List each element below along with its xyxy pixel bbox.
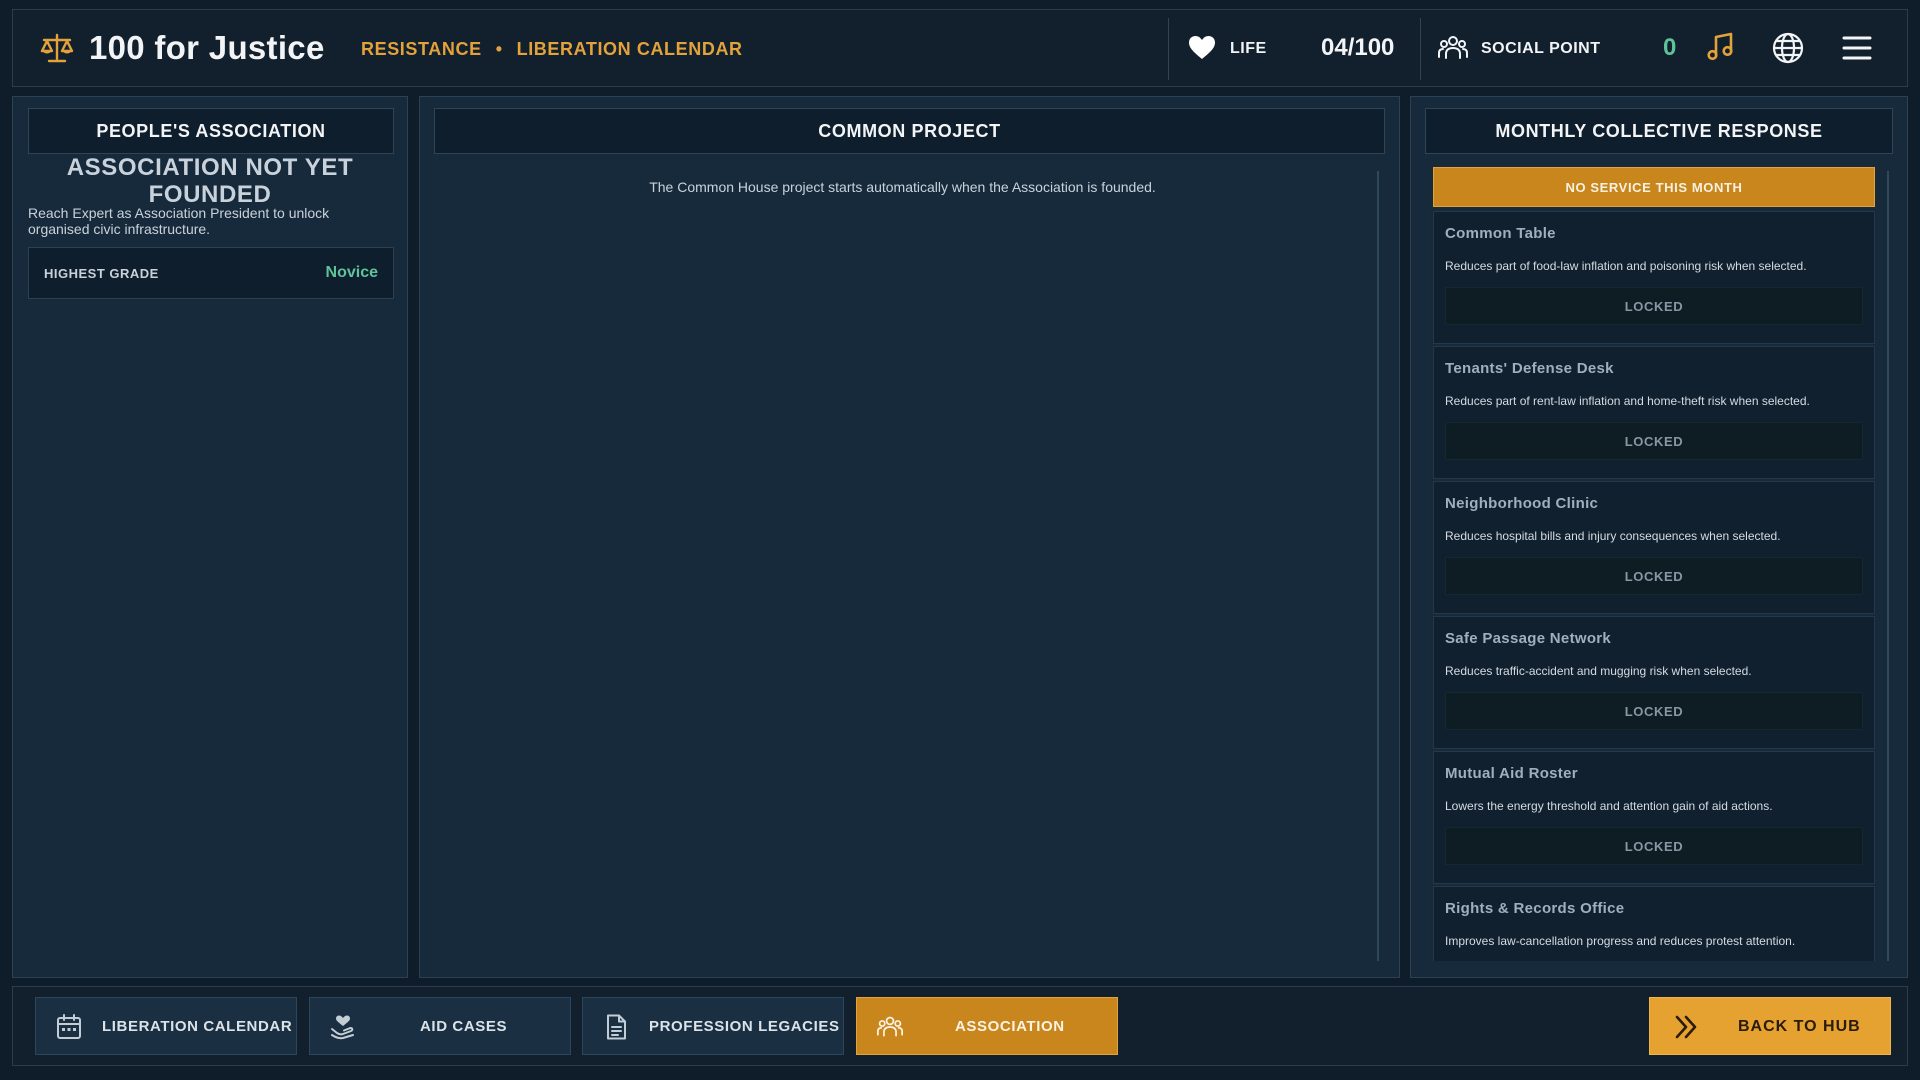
people-icon: [877, 1016, 903, 1037]
service-description: Lowers the energy threshold and attentio…: [1445, 799, 1773, 813]
highest-grade-row: HIGHEST GRADE Novice: [28, 247, 394, 299]
service-locked-button[interactable]: LOCKED: [1445, 422, 1863, 460]
nav-profession-legacies-label: PROFESSION LEGACIES: [649, 1018, 840, 1035]
breadcrumb: RESISTANCE • LIBERATION CALENDAR: [361, 39, 743, 60]
service-card[interactable]: Mutual Aid Roster Lowers the energy thres…: [1433, 751, 1875, 884]
service-card[interactable]: Common Table Reduces part of food-law inf…: [1433, 211, 1875, 344]
collective-response-panel: MONTHLY COLLECTIVE RESPONSE NO SERVICE T…: [1410, 96, 1908, 978]
service-locked-button[interactable]: LOCKED: [1445, 827, 1863, 865]
divider: [1168, 18, 1169, 80]
calendar-icon: [57, 1014, 81, 1039]
life-label: LIFE: [1230, 40, 1267, 57]
service-locked-button[interactable]: LOCKED: [1445, 692, 1863, 730]
collective-response-heading: MONTHLY COLLECTIVE RESPONSE: [1425, 108, 1893, 154]
double-chevron-right-icon: [1675, 1015, 1697, 1039]
association-panel: PEOPLE'S ASSOCIATION ASSOCIATION NOT YET…: [12, 96, 408, 978]
service-name: Neighborhood Clinic: [1445, 495, 1599, 512]
breadcrumb-liberation-calendar: LIBERATION CALENDAR: [516, 39, 743, 59]
nav-association-label: ASSOCIATION: [955, 1018, 1065, 1035]
highest-grade-value: Novice: [325, 264, 378, 281]
service-name: Rights & Records Office: [1445, 900, 1625, 917]
common-project-heading: COMMON PROJECT: [434, 108, 1385, 154]
service-description: Reduces part of rent-law inflation and h…: [1445, 394, 1810, 408]
service-card[interactable]: Safe Passage Network Reduces traffic-acci…: [1433, 616, 1875, 749]
service-name: Common Table: [1445, 225, 1556, 242]
association-description: Reach Expert as Association President to…: [28, 205, 330, 237]
divider: [1420, 18, 1421, 80]
service-card[interactable]: Neighborhood Clinic Reduces hospital bill…: [1433, 481, 1875, 614]
common-project-info: The Common House project starts automati…: [649, 179, 1156, 195]
heart-icon: [1189, 36, 1215, 59]
document-icon: [607, 1014, 626, 1040]
music-icon[interactable]: [1705, 32, 1735, 62]
association-heading: PEOPLE'S ASSOCIATION: [28, 108, 394, 154]
social-point-label: SOCIAL POINT: [1481, 40, 1601, 57]
top-bar: 100 for Justice RESISTANCE • LIBERATION CA…: [12, 9, 1908, 87]
back-to-hub-button[interactable]: BACK TO HUB: [1649, 997, 1891, 1055]
back-to-hub-label: BACK TO HUB: [1738, 1018, 1861, 1035]
breadcrumb-separator: •: [495, 39, 503, 59]
service-description: Reduces traffic-accident and mugging ris…: [1445, 664, 1752, 678]
service-name: Mutual Aid Roster: [1445, 765, 1578, 782]
social-point-value: 0: [1663, 34, 1677, 61]
service-card[interactable]: Tenants' Defense Desk Reduces part of ren…: [1433, 346, 1875, 479]
service-list: NO SERVICE THIS MONTH Common Table Reduce…: [1433, 167, 1875, 961]
nav-profession-legacies[interactable]: PROFESSION LEGACIES: [582, 997, 844, 1055]
nav-aid-cases[interactable]: AID CASES: [309, 997, 571, 1055]
service-description: Reduces hospital bills and injury conseq…: [1445, 529, 1781, 543]
common-project-panel: COMMON PROJECT The Common House project …: [419, 96, 1400, 978]
service-name: Safe Passage Network: [1445, 630, 1612, 647]
nav-liberation-calendar[interactable]: LIBERATION CALENDAR: [35, 997, 297, 1055]
service-card[interactable]: Rights & Records Office Improves law-canc…: [1433, 886, 1875, 961]
people-icon: [1438, 36, 1468, 59]
nav-liberation-calendar-label: LIBERATION CALENDAR: [102, 1018, 293, 1035]
nav-association[interactable]: ASSOCIATION: [856, 997, 1118, 1055]
breadcrumb-resistance: RESISTANCE: [361, 39, 482, 59]
globe-icon[interactable]: [1772, 32, 1804, 64]
life-value: 04/100: [1321, 34, 1395, 61]
service-description: Reduces part of food-law inflation and p…: [1445, 259, 1807, 273]
service-description: Improves law-cancellation progress and r…: [1445, 934, 1796, 948]
highest-grade-label: HIGHEST GRADE: [44, 266, 159, 281]
scrollbar[interactable]: [1377, 171, 1379, 961]
service-name: Tenants' Defense Desk: [1445, 360, 1614, 377]
service-locked-button[interactable]: LOCKED: [1445, 287, 1863, 325]
bottom-nav: LIBERATION CALENDAR AID CASES PROFESSION…: [12, 986, 1908, 1066]
scrollbar[interactable]: [1887, 171, 1889, 961]
service-locked-button[interactable]: LOCKED: [1445, 557, 1863, 595]
menu-icon[interactable]: [1841, 34, 1873, 62]
game-title: 100 for Justice: [89, 29, 325, 66]
nav-aid-cases-label: AID CASES: [420, 1018, 508, 1035]
scales-icon: [40, 33, 74, 63]
hand-heart-icon: [331, 1015, 354, 1040]
no-service-banner[interactable]: NO SERVICE THIS MONTH: [1433, 167, 1875, 207]
association-status: ASSOCIATION NOT YET FOUNDED: [66, 154, 354, 208]
